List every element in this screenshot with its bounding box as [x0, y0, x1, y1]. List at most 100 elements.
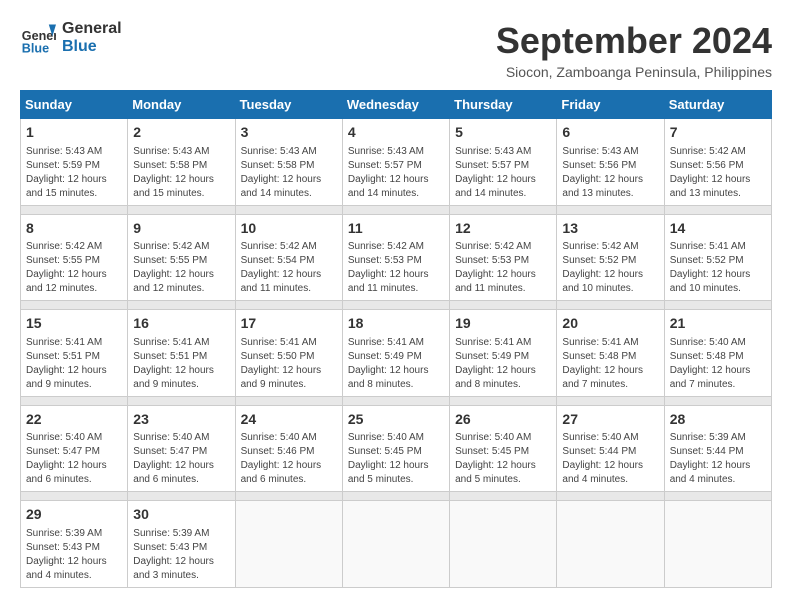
day-number: 10: [241, 219, 337, 239]
calendar-cell: [450, 501, 557, 588]
logo-icon: General Blue: [20, 20, 56, 56]
calendar-cell: 9Sunrise: 5:42 AMSunset: 5:55 PMDaylight…: [128, 214, 235, 301]
header-monday: Monday: [128, 91, 235, 119]
logo: General Blue General Blue: [20, 20, 122, 56]
day-info: Sunrise: 5:42 AMSunset: 5:54 PMDaylight:…: [241, 240, 337, 296]
calendar-cell: [664, 501, 771, 588]
header-tuesday: Tuesday: [235, 91, 342, 119]
day-info: Sunrise: 5:41 AMSunset: 5:52 PMDaylight:…: [670, 240, 766, 296]
calendar-cell: 28Sunrise: 5:39 AMSunset: 5:44 PMDayligh…: [664, 405, 771, 492]
header-friday: Friday: [557, 91, 664, 119]
day-number: 21: [670, 314, 766, 334]
day-info: Sunrise: 5:43 AMSunset: 5:58 PMDaylight:…: [133, 145, 229, 201]
day-number: 3: [241, 123, 337, 143]
day-info: Sunrise: 5:39 AMSunset: 5:43 PMDaylight:…: [133, 527, 229, 583]
day-info: Sunrise: 5:41 AMSunset: 5:51 PMDaylight:…: [133, 336, 229, 392]
calendar-cell: 24Sunrise: 5:40 AMSunset: 5:46 PMDayligh…: [235, 405, 342, 492]
calendar-cell: 16Sunrise: 5:41 AMSunset: 5:51 PMDayligh…: [128, 310, 235, 397]
header-wednesday: Wednesday: [342, 91, 449, 119]
week-row-3: 15Sunrise: 5:41 AMSunset: 5:51 PMDayligh…: [21, 310, 772, 397]
week-row-5: 29Sunrise: 5:39 AMSunset: 5:43 PMDayligh…: [21, 501, 772, 588]
day-info: Sunrise: 5:41 AMSunset: 5:48 PMDaylight:…: [562, 336, 658, 392]
calendar-cell: 20Sunrise: 5:41 AMSunset: 5:48 PMDayligh…: [557, 310, 664, 397]
calendar-cell: [557, 501, 664, 588]
week-row-4: 22Sunrise: 5:40 AMSunset: 5:47 PMDayligh…: [21, 405, 772, 492]
day-number: 16: [133, 314, 229, 334]
calendar-cell: 10Sunrise: 5:42 AMSunset: 5:54 PMDayligh…: [235, 214, 342, 301]
day-number: 25: [348, 410, 444, 430]
day-number: 8: [26, 219, 122, 239]
day-info: Sunrise: 5:40 AMSunset: 5:48 PMDaylight:…: [670, 336, 766, 392]
calendar-cell: 30Sunrise: 5:39 AMSunset: 5:43 PMDayligh…: [128, 501, 235, 588]
calendar-table: Sunday Monday Tuesday Wednesday Thursday…: [20, 90, 772, 588]
calendar-cell: 3Sunrise: 5:43 AMSunset: 5:58 PMDaylight…: [235, 119, 342, 206]
day-number: 1: [26, 123, 122, 143]
day-number: 27: [562, 410, 658, 430]
day-number: 30: [133, 505, 229, 525]
day-info: Sunrise: 5:41 AMSunset: 5:49 PMDaylight:…: [348, 336, 444, 392]
day-number: 20: [562, 314, 658, 334]
logo-blue: Blue: [62, 38, 122, 56]
week-divider: [21, 492, 772, 501]
calendar-cell: 12Sunrise: 5:42 AMSunset: 5:53 PMDayligh…: [450, 214, 557, 301]
calendar-cell: 7Sunrise: 5:42 AMSunset: 5:56 PMDaylight…: [664, 119, 771, 206]
day-number: 9: [133, 219, 229, 239]
day-info: Sunrise: 5:40 AMSunset: 5:47 PMDaylight:…: [133, 431, 229, 487]
week-divider: [21, 396, 772, 405]
header-thursday: Thursday: [450, 91, 557, 119]
calendar-cell: 19Sunrise: 5:41 AMSunset: 5:49 PMDayligh…: [450, 310, 557, 397]
day-number: 7: [670, 123, 766, 143]
calendar-cell: 2Sunrise: 5:43 AMSunset: 5:58 PMDaylight…: [128, 119, 235, 206]
day-info: Sunrise: 5:43 AMSunset: 5:57 PMDaylight:…: [455, 145, 551, 201]
calendar-cell: 25Sunrise: 5:40 AMSunset: 5:45 PMDayligh…: [342, 405, 449, 492]
day-number: 6: [562, 123, 658, 143]
header-saturday: Saturday: [664, 91, 771, 119]
calendar-cell: 22Sunrise: 5:40 AMSunset: 5:47 PMDayligh…: [21, 405, 128, 492]
day-number: 29: [26, 505, 122, 525]
page-header: General Blue General Blue September 2024…: [20, 20, 772, 80]
calendar-cell: 1Sunrise: 5:43 AMSunset: 5:59 PMDaylight…: [21, 119, 128, 206]
day-number: 13: [562, 219, 658, 239]
day-info: Sunrise: 5:43 AMSunset: 5:57 PMDaylight:…: [348, 145, 444, 201]
day-number: 24: [241, 410, 337, 430]
day-number: 26: [455, 410, 551, 430]
day-info: Sunrise: 5:42 AMSunset: 5:52 PMDaylight:…: [562, 240, 658, 296]
day-info: Sunrise: 5:42 AMSunset: 5:55 PMDaylight:…: [26, 240, 122, 296]
day-info: Sunrise: 5:40 AMSunset: 5:47 PMDaylight:…: [26, 431, 122, 487]
day-number: 23: [133, 410, 229, 430]
calendar-cell: 18Sunrise: 5:41 AMSunset: 5:49 PMDayligh…: [342, 310, 449, 397]
calendar-cell: 13Sunrise: 5:42 AMSunset: 5:52 PMDayligh…: [557, 214, 664, 301]
calendar-cell: 11Sunrise: 5:42 AMSunset: 5:53 PMDayligh…: [342, 214, 449, 301]
calendar-cell: 29Sunrise: 5:39 AMSunset: 5:43 PMDayligh…: [21, 501, 128, 588]
logo-general: General: [62, 20, 122, 38]
calendar-cell: 15Sunrise: 5:41 AMSunset: 5:51 PMDayligh…: [21, 310, 128, 397]
day-number: 2: [133, 123, 229, 143]
day-number: 19: [455, 314, 551, 334]
calendar-cell: 4Sunrise: 5:43 AMSunset: 5:57 PMDaylight…: [342, 119, 449, 206]
header-sunday: Sunday: [21, 91, 128, 119]
day-info: Sunrise: 5:40 AMSunset: 5:44 PMDaylight:…: [562, 431, 658, 487]
day-number: 11: [348, 219, 444, 239]
day-info: Sunrise: 5:42 AMSunset: 5:56 PMDaylight:…: [670, 145, 766, 201]
day-info: Sunrise: 5:41 AMSunset: 5:51 PMDaylight:…: [26, 336, 122, 392]
calendar-cell: 5Sunrise: 5:43 AMSunset: 5:57 PMDaylight…: [450, 119, 557, 206]
day-number: 5: [455, 123, 551, 143]
day-info: Sunrise: 5:43 AMSunset: 5:58 PMDaylight:…: [241, 145, 337, 201]
month-year-title: September 2024: [496, 20, 772, 62]
day-info: Sunrise: 5:40 AMSunset: 5:46 PMDaylight:…: [241, 431, 337, 487]
calendar-cell: [235, 501, 342, 588]
day-info: Sunrise: 5:39 AMSunset: 5:43 PMDaylight:…: [26, 527, 122, 583]
calendar-cell: 8Sunrise: 5:42 AMSunset: 5:55 PMDaylight…: [21, 214, 128, 301]
week-row-2: 8Sunrise: 5:42 AMSunset: 5:55 PMDaylight…: [21, 214, 772, 301]
day-info: Sunrise: 5:39 AMSunset: 5:44 PMDaylight:…: [670, 431, 766, 487]
day-info: Sunrise: 5:42 AMSunset: 5:53 PMDaylight:…: [455, 240, 551, 296]
day-number: 17: [241, 314, 337, 334]
calendar-cell: 23Sunrise: 5:40 AMSunset: 5:47 PMDayligh…: [128, 405, 235, 492]
calendar-cell: 21Sunrise: 5:40 AMSunset: 5:48 PMDayligh…: [664, 310, 771, 397]
weekday-header-row: Sunday Monday Tuesday Wednesday Thursday…: [21, 91, 772, 119]
day-number: 4: [348, 123, 444, 143]
day-info: Sunrise: 5:41 AMSunset: 5:49 PMDaylight:…: [455, 336, 551, 392]
day-info: Sunrise: 5:43 AMSunset: 5:56 PMDaylight:…: [562, 145, 658, 201]
location-subtitle: Siocon, Zamboanga Peninsula, Philippines: [496, 64, 772, 80]
day-info: Sunrise: 5:43 AMSunset: 5:59 PMDaylight:…: [26, 145, 122, 201]
